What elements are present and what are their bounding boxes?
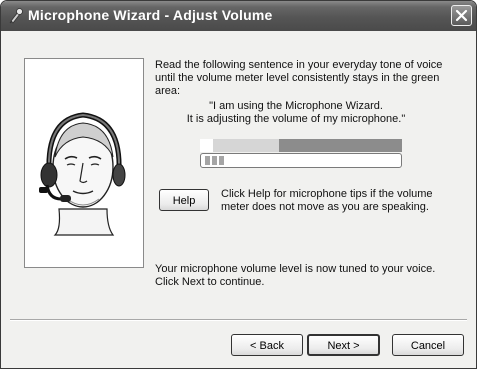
window-title: Microphone Wizard - Adjust Volume xyxy=(28,7,273,23)
wizard-body: Read the following sentence in your ever… xyxy=(4,31,473,365)
help-tip-text: Click Help for microphone tips if the vo… xyxy=(221,188,433,213)
volume-meter xyxy=(200,153,402,168)
title-bar[interactable]: Microphone Wizard - Adjust Volume xyxy=(1,1,476,31)
back-button[interactable]: < Back xyxy=(231,334,303,356)
cancel-button[interactable]: Cancel xyxy=(392,334,464,356)
footer-divider xyxy=(10,319,467,321)
headset-head-illustration xyxy=(24,58,144,268)
test-sentence: "I am using the Microphone Wizard. It is… xyxy=(186,100,406,125)
instructions-text: Read the following sentence in your ever… xyxy=(155,59,443,97)
microphone-wizard-window: Microphone Wizard - Adjust Volume Read t… xyxy=(0,0,477,369)
close-x-icon xyxy=(455,9,468,22)
microphone-wizard-icon xyxy=(9,8,23,24)
help-button[interactable]: Help xyxy=(159,189,209,211)
tuned-status-text: Your microphone volume level is now tune… xyxy=(155,263,436,288)
headset-head-image xyxy=(39,112,126,236)
volume-meter-fill xyxy=(205,156,224,165)
volume-level-indicator xyxy=(200,139,402,152)
close-button[interactable] xyxy=(451,5,472,26)
next-button[interactable]: Next > xyxy=(307,334,380,356)
